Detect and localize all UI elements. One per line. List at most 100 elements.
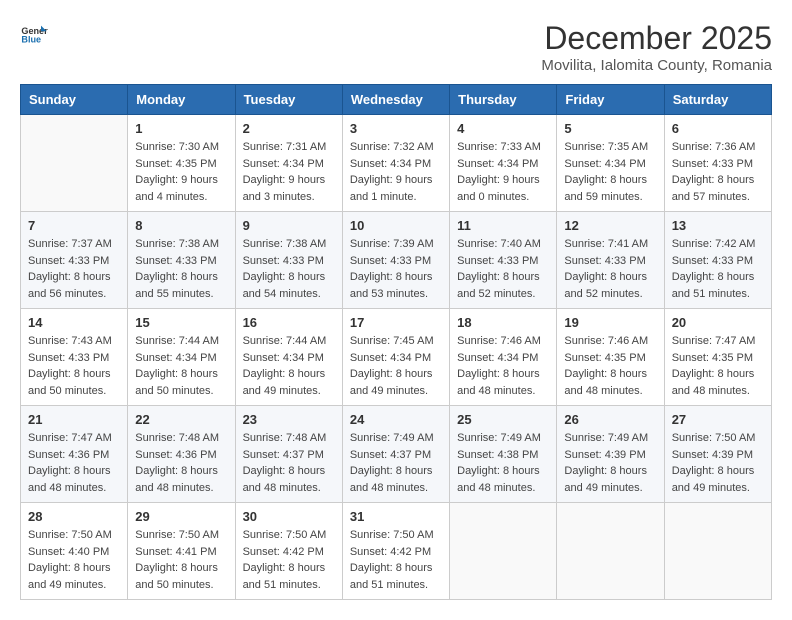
weekday-header: Saturday (664, 85, 771, 115)
day-number: 24 (350, 412, 442, 427)
day-number: 19 (564, 315, 656, 330)
calendar-day-cell: 16 Sunrise: 7:44 AM Sunset: 4:34 PM Dayli… (235, 309, 342, 406)
day-info: Sunrise: 7:41 AM Sunset: 4:33 PM Dayligh… (564, 236, 656, 302)
day-info: Sunrise: 7:30 AM Sunset: 4:35 PM Dayligh… (135, 139, 227, 205)
day-info: Sunrise: 7:32 AM Sunset: 4:34 PM Dayligh… (350, 139, 442, 205)
day-info: Sunrise: 7:50 AM Sunset: 4:41 PM Dayligh… (135, 527, 227, 593)
day-info: Sunrise: 7:46 AM Sunset: 4:35 PM Dayligh… (564, 333, 656, 399)
day-number: 3 (350, 121, 442, 136)
weekday-header: Monday (128, 85, 235, 115)
month-title: December 2025 (541, 20, 772, 57)
logo: General Blue (20, 20, 48, 48)
calendar-day-cell: 11 Sunrise: 7:40 AM Sunset: 4:33 PM Dayli… (450, 212, 557, 309)
day-number: 26 (564, 412, 656, 427)
weekday-header: Sunday (21, 85, 128, 115)
day-info: Sunrise: 7:33 AM Sunset: 4:34 PM Dayligh… (457, 139, 549, 205)
day-info: Sunrise: 7:35 AM Sunset: 4:34 PM Dayligh… (564, 139, 656, 205)
calendar-day-cell: 2 Sunrise: 7:31 AM Sunset: 4:34 PM Daylig… (235, 115, 342, 212)
location-title: Movilita, Ialomita County, Romania (541, 57, 772, 74)
day-info: Sunrise: 7:38 AM Sunset: 4:33 PM Dayligh… (135, 236, 227, 302)
day-info: Sunrise: 7:49 AM Sunset: 4:39 PM Dayligh… (564, 430, 656, 496)
day-number: 18 (457, 315, 549, 330)
title-block: December 2025 Movilita, Ialomita County,… (541, 20, 772, 74)
day-number: 27 (672, 412, 764, 427)
logo-icon: General Blue (20, 20, 48, 48)
day-info: Sunrise: 7:48 AM Sunset: 4:37 PM Dayligh… (243, 430, 335, 496)
day-info: Sunrise: 7:42 AM Sunset: 4:33 PM Dayligh… (672, 236, 764, 302)
calendar-day-cell: 8Sunrise: 7:38 AM Sunset: 4:33 PM Daylig… (128, 212, 235, 309)
calendar-day-cell: 27 Sunrise: 7:50 AM Sunset: 4:39 PM Dayli… (664, 406, 771, 503)
calendar-day-cell (21, 115, 128, 212)
weekday-header: Tuesday (235, 85, 342, 115)
day-number: 28 (28, 509, 120, 524)
day-number: 16 (243, 315, 335, 330)
calendar-day-cell: 1 Sunrise: 7:30 AM Sunset: 4:35 PM Daylig… (128, 115, 235, 212)
calendar-day-cell: 31 Sunrise: 7:50 AM Sunset: 4:42 PM Dayli… (342, 503, 449, 600)
day-number: 6 (672, 121, 764, 136)
day-info: Sunrise: 7:50 AM Sunset: 4:39 PM Dayligh… (672, 430, 764, 496)
svg-text:Blue: Blue (21, 34, 41, 44)
day-info: Sunrise: 7:49 AM Sunset: 4:38 PM Dayligh… (457, 430, 549, 496)
calendar-day-cell: 17 Sunrise: 7:45 AM Sunset: 4:34 PM Dayli… (342, 309, 449, 406)
calendar-body: 1 Sunrise: 7:30 AM Sunset: 4:35 PM Daylig… (21, 115, 772, 600)
calendar-week-row: 7Sunrise: 7:37 AM Sunset: 4:33 PM Daylig… (21, 212, 772, 309)
day-info: Sunrise: 7:31 AM Sunset: 4:34 PM Dayligh… (243, 139, 335, 205)
calendar-day-cell: 22 Sunrise: 7:48 AM Sunset: 4:36 PM Dayli… (128, 406, 235, 503)
day-number: 30 (243, 509, 335, 524)
day-number: 29 (135, 509, 227, 524)
calendar-week-row: 14 Sunrise: 7:43 AM Sunset: 4:33 PM Dayli… (21, 309, 772, 406)
day-number: 20 (672, 315, 764, 330)
calendar-day-cell: 6 Sunrise: 7:36 AM Sunset: 4:33 PM Daylig… (664, 115, 771, 212)
day-number: 22 (135, 412, 227, 427)
day-info: Sunrise: 7:44 AM Sunset: 4:34 PM Dayligh… (243, 333, 335, 399)
calendar-week-row: 1 Sunrise: 7:30 AM Sunset: 4:35 PM Daylig… (21, 115, 772, 212)
day-info: Sunrise: 7:36 AM Sunset: 4:33 PM Dayligh… (672, 139, 764, 205)
day-info: Sunrise: 7:48 AM Sunset: 4:36 PM Dayligh… (135, 430, 227, 496)
day-number: 21 (28, 412, 120, 427)
calendar-day-cell: 15Sunrise: 7:44 AM Sunset: 4:34 PM Dayli… (128, 309, 235, 406)
calendar-day-cell: 7Sunrise: 7:37 AM Sunset: 4:33 PM Daylig… (21, 212, 128, 309)
calendar-day-cell: 3 Sunrise: 7:32 AM Sunset: 4:34 PM Daylig… (342, 115, 449, 212)
day-info: Sunrise: 7:43 AM Sunset: 4:33 PM Dayligh… (28, 333, 120, 399)
day-number: 1 (135, 121, 227, 136)
calendar-day-cell: 13 Sunrise: 7:42 AM Sunset: 4:33 PM Dayli… (664, 212, 771, 309)
calendar-day-cell: 30Sunrise: 7:50 AM Sunset: 4:42 PM Dayli… (235, 503, 342, 600)
calendar-day-cell: 9 Sunrise: 7:38 AM Sunset: 4:33 PM Daylig… (235, 212, 342, 309)
day-number: 9 (243, 218, 335, 233)
calendar-day-cell: 26 Sunrise: 7:49 AM Sunset: 4:39 PM Dayli… (557, 406, 664, 503)
day-number: 10 (350, 218, 442, 233)
day-number: 5 (564, 121, 656, 136)
day-number: 14 (28, 315, 120, 330)
day-number: 11 (457, 218, 549, 233)
calendar-table: SundayMondayTuesdayWednesdayThursdayFrid… (20, 84, 772, 600)
day-number: 2 (243, 121, 335, 136)
page-header: General Blue December 2025 Movilita, Ial… (20, 20, 772, 74)
calendar-header: SundayMondayTuesdayWednesdayThursdayFrid… (21, 85, 772, 115)
calendar-day-cell: 25Sunrise: 7:49 AM Sunset: 4:38 PM Dayli… (450, 406, 557, 503)
day-number: 31 (350, 509, 442, 524)
day-info: Sunrise: 7:50 AM Sunset: 4:42 PM Dayligh… (350, 527, 442, 593)
calendar-day-cell: 10 Sunrise: 7:39 AM Sunset: 4:33 PM Dayli… (342, 212, 449, 309)
calendar-day-cell: 23Sunrise: 7:48 AM Sunset: 4:37 PM Dayli… (235, 406, 342, 503)
calendar-day-cell: 18Sunrise: 7:46 AM Sunset: 4:34 PM Dayli… (450, 309, 557, 406)
day-info: Sunrise: 7:47 AM Sunset: 4:36 PM Dayligh… (28, 430, 120, 496)
day-number: 13 (672, 218, 764, 233)
day-info: Sunrise: 7:50 AM Sunset: 4:40 PM Dayligh… (28, 527, 120, 593)
calendar-day-cell: 12Sunrise: 7:41 AM Sunset: 4:33 PM Dayli… (557, 212, 664, 309)
calendar-day-cell: 20Sunrise: 7:47 AM Sunset: 4:35 PM Dayli… (664, 309, 771, 406)
calendar-day-cell (557, 503, 664, 600)
calendar-day-cell (450, 503, 557, 600)
day-info: Sunrise: 7:45 AM Sunset: 4:34 PM Dayligh… (350, 333, 442, 399)
day-number: 17 (350, 315, 442, 330)
day-info: Sunrise: 7:40 AM Sunset: 4:33 PM Dayligh… (457, 236, 549, 302)
day-info: Sunrise: 7:38 AM Sunset: 4:33 PM Dayligh… (243, 236, 335, 302)
day-info: Sunrise: 7:39 AM Sunset: 4:33 PM Dayligh… (350, 236, 442, 302)
weekday-header: Friday (557, 85, 664, 115)
calendar-day-cell (664, 503, 771, 600)
calendar-day-cell: 29 Sunrise: 7:50 AM Sunset: 4:41 PM Dayli… (128, 503, 235, 600)
calendar-week-row: 28 Sunrise: 7:50 AM Sunset: 4:40 PM Dayli… (21, 503, 772, 600)
day-number: 7 (28, 218, 120, 233)
day-number: 4 (457, 121, 549, 136)
calendar-day-cell: 28 Sunrise: 7:50 AM Sunset: 4:40 PM Dayli… (21, 503, 128, 600)
calendar-day-cell: 5 Sunrise: 7:35 AM Sunset: 4:34 PM Daylig… (557, 115, 664, 212)
